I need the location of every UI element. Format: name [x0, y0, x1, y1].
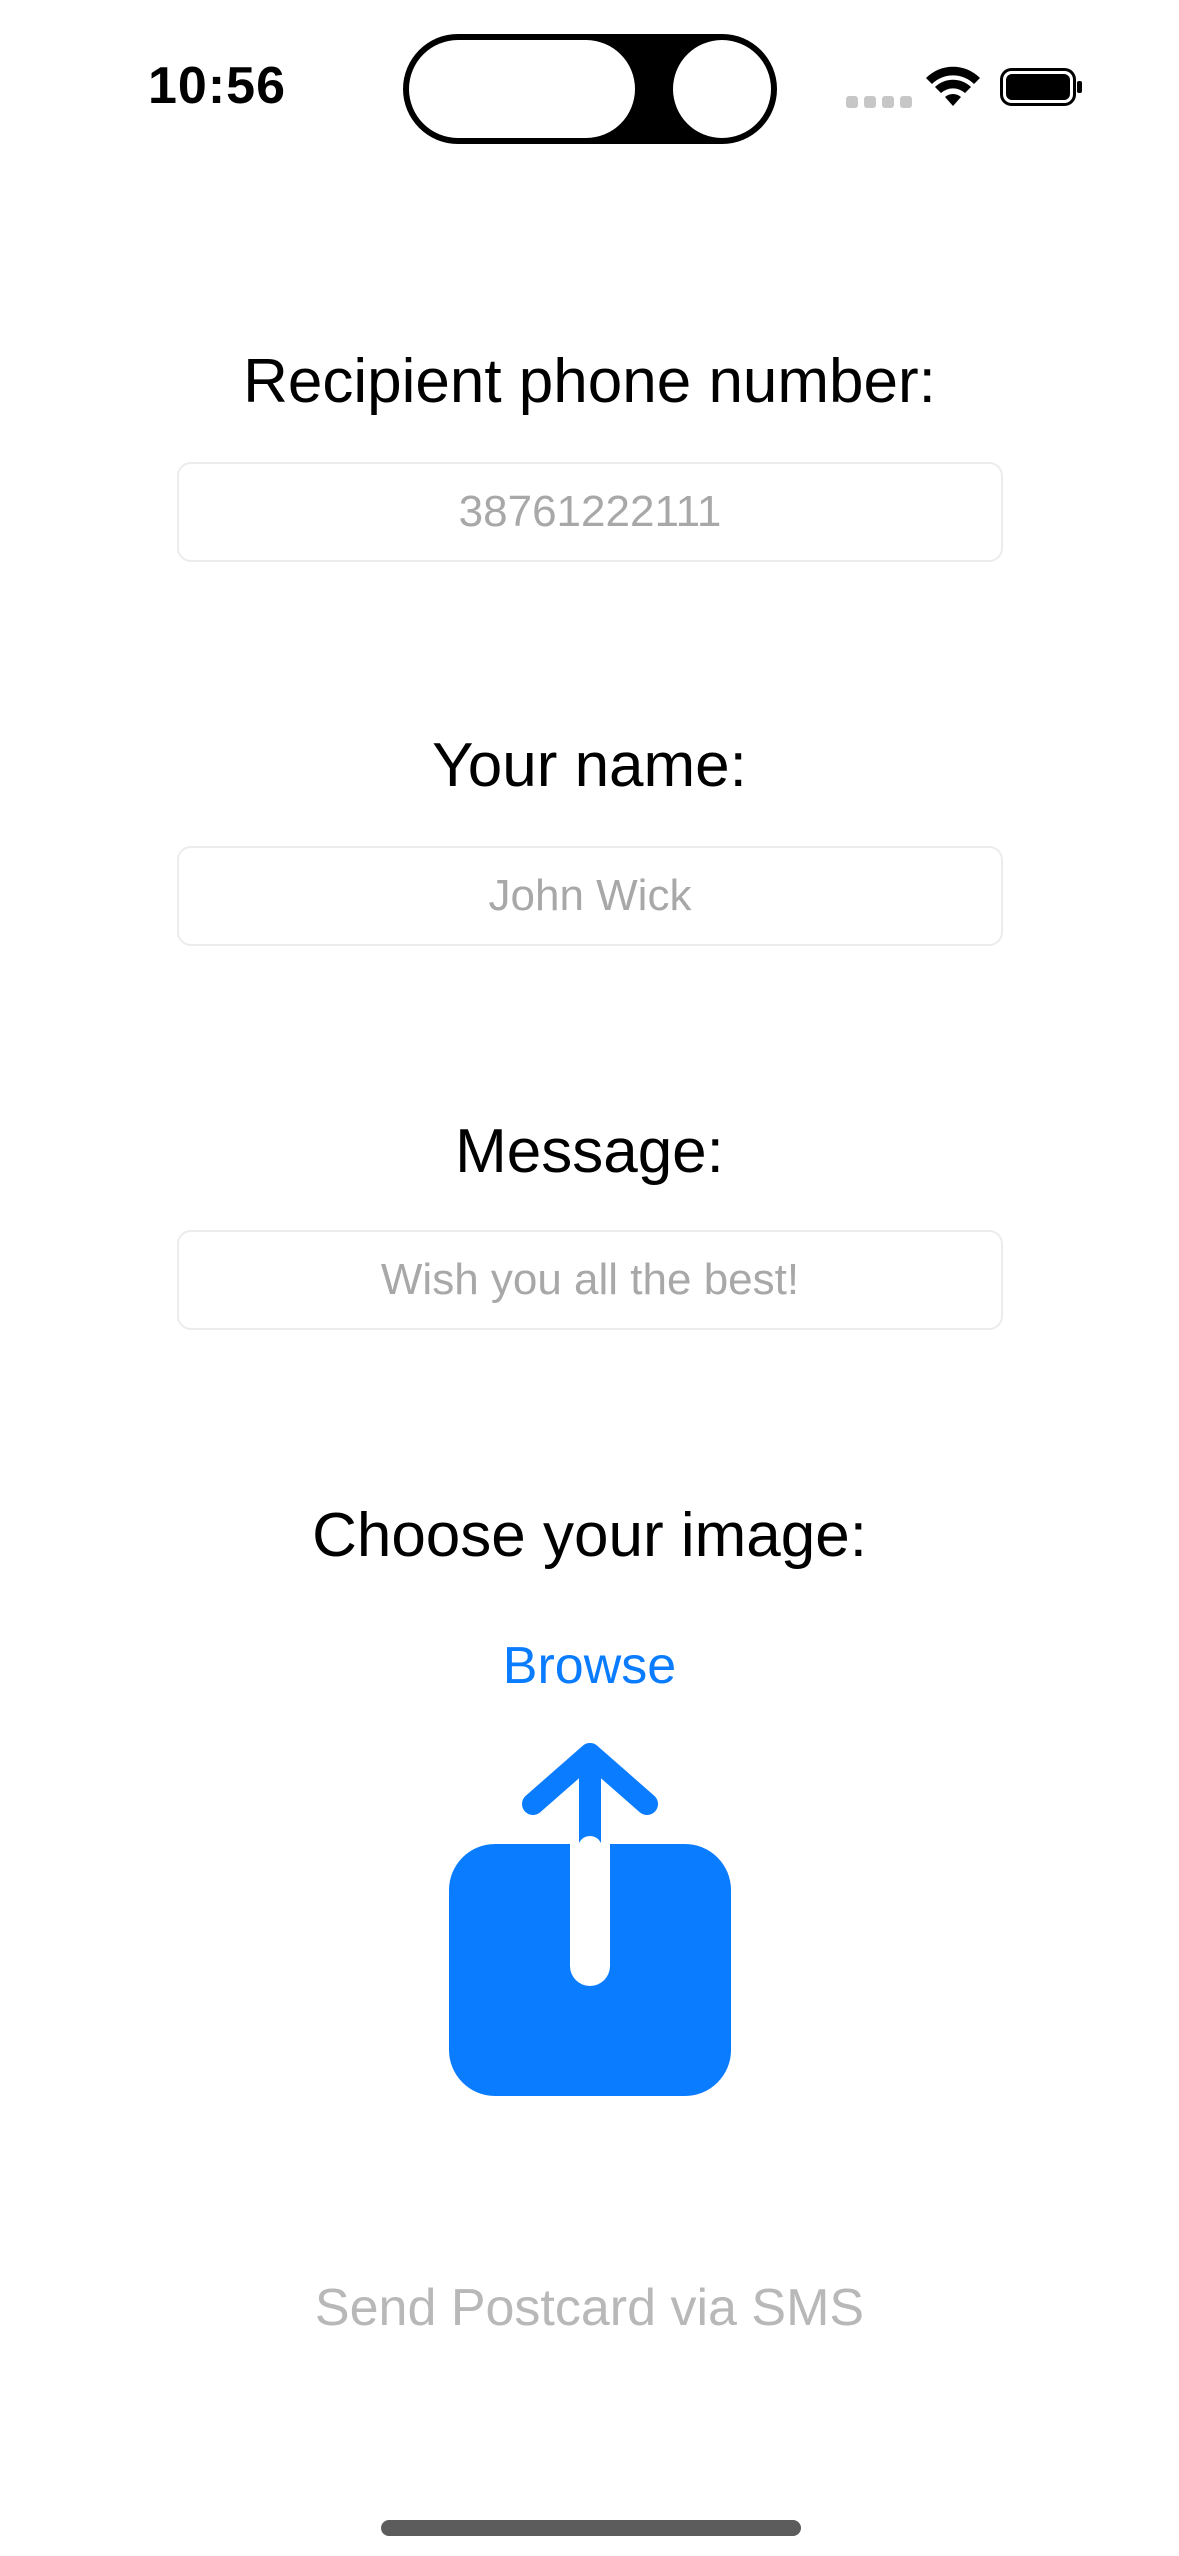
image-label: Choose your image: [312, 1501, 867, 1570]
dynamic-island [403, 34, 777, 144]
name-input[interactable]: John Wick [177, 846, 1003, 946]
browse-button[interactable]: Browse [0, 1636, 1179, 1696]
cellular-signal-icon [846, 96, 912, 108]
status-time: 10:56 [148, 57, 286, 115]
wifi-icon [926, 66, 980, 106]
message-label: Message: [455, 1117, 724, 1186]
name-label: Your name: [432, 731, 747, 800]
send-postcard-button[interactable]: Send Postcard via SMS [0, 2278, 1179, 2338]
home-indicator[interactable] [381, 2520, 801, 2536]
phone-number-input[interactable]: 38761222111 [177, 462, 1003, 562]
battery-icon [1000, 68, 1082, 106]
share-upload-icon[interactable] [449, 1740, 731, 2096]
message-input[interactable]: Wish you all the best! [177, 1230, 1003, 1330]
phone-label: Recipient phone number: [243, 347, 936, 416]
status-bar: 10:56 [0, 0, 1179, 170]
